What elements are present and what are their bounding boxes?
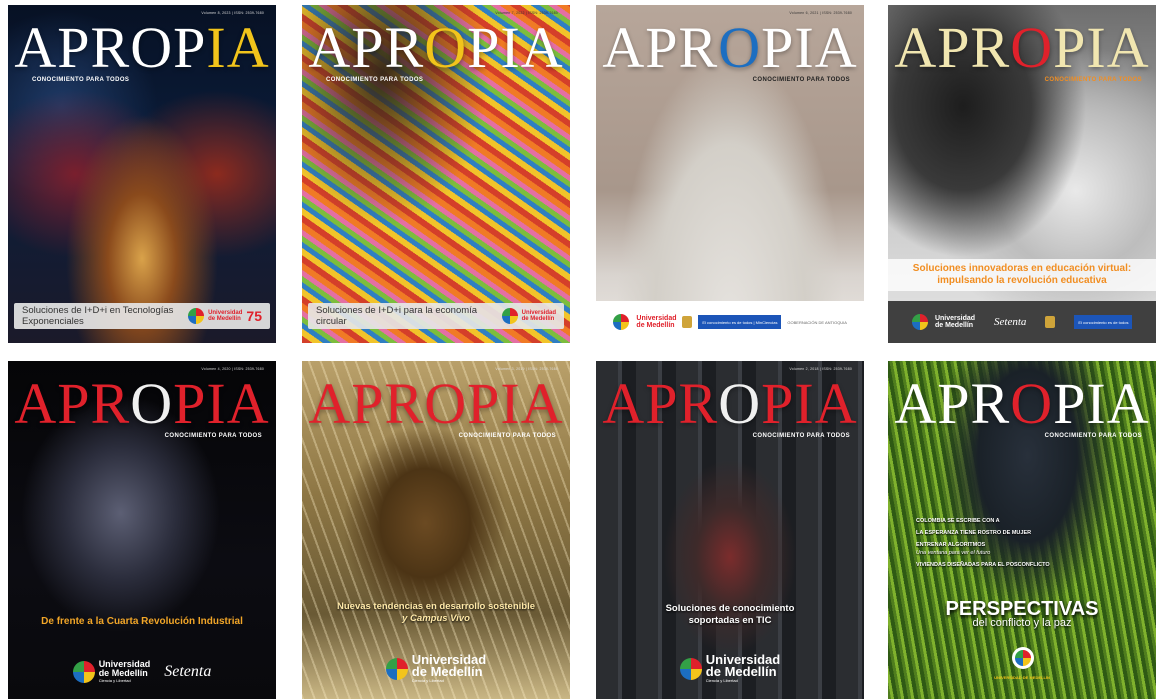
cover-headline: PERSPECTIVAS [945, 598, 1099, 620]
cover-tagline: CONOCIMIENTO PARA TODOS [164, 433, 262, 439]
university-name: Universidad de Medellín [934, 314, 976, 329]
setenta-signature: Setenta [994, 316, 1027, 328]
footer-text: Soluciones de I+D+i para la economía cir… [316, 305, 478, 327]
cover-tagline: CONOCIMIENTO PARA TODOS [32, 77, 130, 83]
list-item: LA ESPERANZA TIENE ROSTRO DE MUJER [916, 530, 1032, 536]
cover-article-list: COLOMBIA SE ESCRIBE CON A LA ESPERANZA T… [916, 515, 1136, 571]
magazine-cover-8[interactable]: APROPIA CONOCIMIENTO PARA TODOS COLOMBIA… [888, 361, 1156, 699]
cover-headline: Soluciones innovadoras en educación virt… [888, 259, 1156, 291]
university-logo-icon [1015, 650, 1031, 666]
university-logo-icon [385, 657, 408, 680]
cover-title: APROPIA [894, 371, 1150, 436]
cover-title: APROPIA [602, 15, 858, 80]
university-seal [1012, 647, 1034, 669]
university-logo-icon [72, 660, 95, 683]
magazine-cover-2[interactable]: Volumen 7, 2022 | ISSN: 2539-7680 APROPI… [302, 5, 570, 343]
cover-title: APROPIA [14, 371, 270, 436]
magazine-cover-4[interactable]: APROPIA CONOCIMIENTO PARA TODOS Solucion… [888, 5, 1156, 343]
sponsor-logos: Universidad de Medellín El conocimiento e… [596, 301, 864, 343]
minciencias-logo: El conocimiento es de todos [1074, 315, 1133, 329]
footer-band: Soluciones de I+D+i para la economía cir… [308, 303, 564, 329]
footer-band: Soluciones de I+D+i en Tecnologías Expon… [14, 303, 270, 329]
sponsor-logos: Universidad de Medellín Setenta El conoci… [888, 301, 1156, 343]
issue-number: 75 [246, 308, 262, 324]
sponsor-logos: Universidad de Medellín Ciencia y Libert… [596, 653, 864, 683]
university-name: Universidad de Medellín [521, 310, 556, 322]
cover-subheadline: del conflicto y la paz [972, 617, 1072, 629]
cover-title: APROPIA [14, 15, 270, 80]
magazine-cover-5[interactable]: Volumen 4, 2020 | ISSN: 2539-7680 APROPI… [8, 361, 276, 699]
university-logo-icon [612, 313, 629, 330]
university-logo: Universidad de Medellín Ciencia y Libert… [385, 653, 486, 683]
minciencias-logo: El conocimiento es de todos | MinCiencia… [698, 315, 782, 329]
cover-title: APROPIA [602, 371, 858, 436]
university-name: Universidad de Medellín [636, 314, 677, 329]
cover-title: APROPIA [308, 371, 564, 436]
footer-text: Soluciones de I+D+i en Tecnologías Expon… [22, 305, 174, 327]
cover-tagline: CONOCIMIENTO PARA TODOS [1044, 433, 1142, 439]
cover-title: APROPIA [894, 15, 1150, 80]
magazine-cover-7[interactable]: Volumen 2, 2018 | ISSN: 2539-7680 APROPI… [596, 361, 864, 699]
university-logo: Universidad de Medellín Ciencia y Libert… [72, 660, 150, 683]
magazine-cover-1[interactable]: Volumen 8, 2023 | ISSN: 2539-7680 APROPI… [8, 5, 276, 343]
cover-headline: Nuevas tendencias en desarrollo sostenib… [337, 601, 535, 624]
university-logo: Universidad de Medellín Ciencia y Libert… [679, 653, 780, 683]
setenta-signature: Setenta [164, 662, 212, 680]
colombia-emblem-icon [1045, 316, 1056, 328]
cover-headline: De frente a la Cuarta Revolución Industr… [41, 616, 243, 627]
university-logo-icon [679, 657, 702, 680]
cover-tagline: CONOCIMIENTO PARA TODOS [326, 77, 424, 83]
sponsor-logos: Universidad de Medellín Ciencia y Libert… [8, 660, 276, 683]
colombia-emblem-icon [682, 316, 693, 328]
cover-headline: Soluciones de conocimiento soportadas en… [665, 603, 795, 626]
cover-tagline: CONOCIMIENTO PARA TODOS [752, 433, 850, 439]
cover-title: APROPIA [308, 15, 564, 80]
university-logo-icon [911, 313, 928, 330]
magazine-cover-3[interactable]: Volumen 6, 2021 | ISSN: 2539-7680 APROPI… [596, 5, 864, 343]
university-name: Universidad de Medellín [208, 310, 243, 322]
list-item: VIVIENDAS DISEÑADAS PARA EL POSCONFLICTO [916, 562, 1050, 568]
university-logo-icon [188, 308, 205, 324]
university-logo-icon [501, 308, 518, 324]
cover-tagline: CONOCIMIENTO PARA TODOS [458, 433, 556, 439]
gobernacion-logo: GOBERNACIÓN DE ANTIOQUIA [787, 319, 847, 325]
list-item: COLOMBIA SE ESCRIBE CON A [916, 518, 1000, 524]
cover-tagline: CONOCIMIENTO PARA TODOS [1044, 77, 1142, 83]
magazine-cover-6[interactable]: Volumen 3, 2019 | ISSN: 2539-7680 APROPI… [302, 361, 570, 699]
sponsor-logos: Universidad de Medellín Ciencia y Libert… [302, 653, 570, 683]
cover-tagline: CONOCIMIENTO PARA TODOS [752, 77, 850, 83]
list-item: Una ventana para ver el futuro [916, 550, 991, 556]
seal-text: UNIVERSIDAD DE MEDELLÍN [994, 675, 1050, 680]
